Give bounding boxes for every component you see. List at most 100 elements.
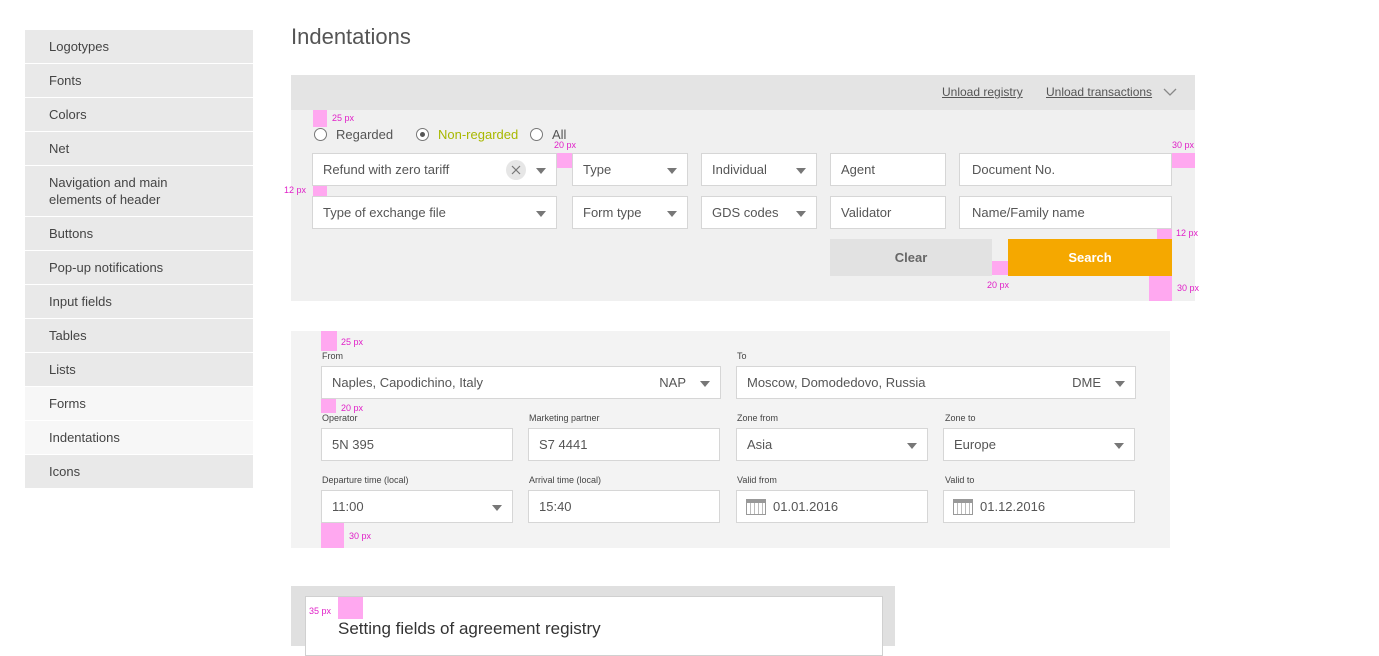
spacing-label: 20 px bbox=[341, 403, 364, 413]
name-placeholder: Name/Family name bbox=[972, 205, 1085, 220]
calendar-icon[interactable] bbox=[746, 499, 766, 515]
spacing-label: 25 px bbox=[332, 113, 355, 123]
to-select[interactable]: Moscow, Domodedovo, Russia DME bbox=[736, 366, 1136, 399]
spacing-marker bbox=[1157, 229, 1172, 239]
radio-circle-icon bbox=[530, 128, 543, 141]
route-panel: 25 px From Naples, Capodichino, Italy NA… bbox=[291, 331, 1170, 548]
caret-down-icon bbox=[667, 167, 677, 174]
valid-from-datepicker[interactable]: 01.01.2016 bbox=[736, 490, 928, 523]
form-type-select[interactable]: Form type bbox=[572, 196, 688, 229]
to-code: DME bbox=[1072, 375, 1101, 390]
clear-button[interactable]: Clear bbox=[830, 239, 992, 276]
caret-down-icon bbox=[1114, 442, 1124, 449]
partner-input[interactable]: S7 4441 bbox=[528, 428, 720, 461]
zone-from-value: Asia bbox=[747, 437, 773, 452]
search-panel: Unload registry Unload transactions Rega… bbox=[284, 75, 1199, 301]
caret-down-icon bbox=[700, 380, 710, 387]
form-type-select-value: Form type bbox=[583, 205, 642, 220]
refund-select[interactable]: Refund with zero tariff bbox=[312, 153, 557, 186]
sidebar-item-label: Icons bbox=[49, 464, 81, 479]
sidebar-item-label: Logotypes bbox=[49, 39, 109, 54]
registry-panel: 35 px Setting fields of agreement regist… bbox=[291, 586, 895, 656]
gds-codes-select-value: GDS codes bbox=[712, 205, 779, 220]
spacing-marker bbox=[1172, 153, 1195, 168]
radio-regarded[interactable]: Regarded bbox=[314, 127, 393, 142]
caret-down-icon bbox=[492, 504, 502, 511]
sidebar-item-forms[interactable]: Forms bbox=[25, 387, 253, 421]
valid-to-datepicker[interactable]: 01.12.2016 bbox=[943, 490, 1135, 523]
operator-label: Operator bbox=[322, 413, 358, 423]
sidebar-item-label: Net bbox=[49, 141, 70, 156]
validator-input[interactable]: Validator bbox=[830, 196, 946, 229]
spacing-label: 30 px bbox=[1177, 283, 1200, 293]
caret-down-icon bbox=[796, 167, 806, 174]
from-select-value: Naples, Capodichino, Italy bbox=[332, 375, 484, 390]
valid-to-label: Valid to bbox=[945, 475, 975, 485]
departure-select[interactable]: 11:00 bbox=[321, 490, 513, 523]
unload-registry-link[interactable]: Unload registry bbox=[942, 85, 1023, 99]
spacing-marker bbox=[992, 261, 1008, 275]
sidebar-item-lists[interactable]: Lists bbox=[25, 353, 253, 387]
caret-down-icon bbox=[667, 210, 677, 217]
radio-non-regarded[interactable]: Non-regarded bbox=[416, 127, 518, 142]
from-code: NAP bbox=[659, 375, 686, 390]
caret-down-icon bbox=[536, 210, 546, 217]
sidebar-item-label: Pop-up notifications bbox=[49, 260, 164, 275]
sidebar-item-net[interactable]: Net bbox=[25, 132, 253, 166]
partner-label: Marketing partner bbox=[529, 413, 600, 423]
individual-select[interactable]: Individual bbox=[701, 153, 817, 186]
sidebar-item-icons[interactable]: Icons bbox=[25, 455, 253, 489]
sidebar-item-tables[interactable]: Tables bbox=[25, 319, 253, 353]
zone-from-label: Zone from bbox=[737, 413, 779, 423]
valid-to-value: 01.12.2016 bbox=[980, 499, 1046, 514]
caret-down-icon bbox=[907, 442, 917, 449]
spacing-label: 35 px bbox=[309, 606, 332, 616]
sidebar-item-indentations[interactable]: Indentations bbox=[25, 421, 253, 455]
radio-checked-icon bbox=[416, 128, 429, 141]
clear-icon[interactable] bbox=[506, 160, 526, 180]
agent-input[interactable]: Agent bbox=[830, 153, 946, 186]
panel-toolbar: Unload registry Unload transactions bbox=[291, 75, 1195, 110]
search-button[interactable]: Search bbox=[1008, 239, 1172, 276]
radio-circle-icon bbox=[314, 128, 327, 141]
spacing-marker bbox=[321, 399, 336, 413]
sidebar-item-label: Lists bbox=[49, 362, 76, 377]
sidebar-item-popup-notifications[interactable]: Pop-up notifications bbox=[25, 251, 253, 285]
sidebar-item-buttons[interactable]: Buttons bbox=[25, 217, 253, 251]
caret-down-icon bbox=[1115, 380, 1125, 387]
spacing-marker bbox=[313, 110, 327, 127]
arrival-label: Arrival time (local) bbox=[529, 475, 602, 485]
refund-select-value: Refund with zero tariff bbox=[323, 162, 450, 177]
sidebar-item-input-fields[interactable]: Input fields bbox=[25, 285, 253, 319]
sidebar-item-navigation[interactable]: Navigation and main elements of header bbox=[25, 166, 253, 217]
from-label: From bbox=[322, 351, 343, 361]
operator-value: 5N 395 bbox=[332, 437, 374, 452]
spacing-label: 20 px bbox=[554, 140, 577, 150]
calendar-icon[interactable] bbox=[953, 499, 973, 515]
from-select[interactable]: Naples, Capodichino, Italy NAP bbox=[321, 366, 721, 399]
valid-from-value: 01.01.2016 bbox=[773, 499, 839, 514]
sidebar-item-colors[interactable]: Colors bbox=[25, 98, 253, 132]
zone-to-select[interactable]: Europe bbox=[943, 428, 1135, 461]
spacing-marker bbox=[338, 597, 363, 619]
operator-input[interactable]: 5N 395 bbox=[321, 428, 513, 461]
arrival-input[interactable]: 15:40 bbox=[528, 490, 720, 523]
zone-from-select[interactable]: Asia bbox=[736, 428, 928, 461]
sidebar-item-fonts[interactable]: Fonts bbox=[25, 64, 253, 98]
validator-placeholder: Validator bbox=[841, 205, 892, 220]
document-no-input[interactable]: Document No. bbox=[959, 153, 1172, 186]
radio-label: Regarded bbox=[336, 127, 394, 142]
gds-codes-select[interactable]: GDS codes bbox=[701, 196, 817, 229]
sidebar-item-label: Fonts bbox=[49, 73, 82, 88]
unload-transactions-link[interactable]: Unload transactions bbox=[1046, 85, 1152, 99]
caret-down-icon bbox=[796, 210, 806, 217]
exchange-file-select-value: Type of exchange file bbox=[323, 205, 446, 220]
spacing-label: 20 px bbox=[987, 280, 1010, 290]
zone-to-label: Zone to bbox=[945, 413, 976, 423]
chevron-down-icon[interactable] bbox=[1163, 88, 1177, 97]
exchange-file-select[interactable]: Type of exchange file bbox=[312, 196, 557, 229]
sidebar-item-label: Forms bbox=[49, 396, 86, 411]
sidebar-item-logotypes[interactable]: Logotypes bbox=[25, 30, 253, 64]
name-input[interactable]: Name/Family name bbox=[959, 196, 1172, 229]
type-select[interactable]: Type bbox=[572, 153, 688, 186]
